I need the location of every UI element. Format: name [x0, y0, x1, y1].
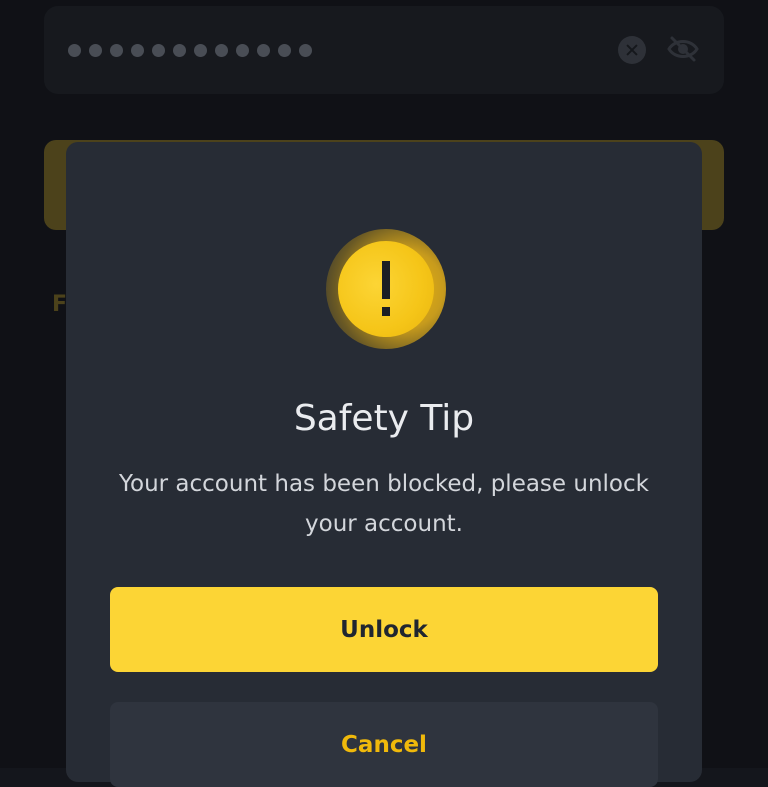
- cancel-button[interactable]: Cancel: [110, 702, 658, 787]
- unlock-button[interactable]: Unlock: [110, 587, 658, 672]
- dialog-message: Your account has been blocked, please un…: [119, 471, 649, 537]
- warning-icon: [338, 241, 434, 337]
- dialog-title: Safety Tip: [293, 398, 475, 439]
